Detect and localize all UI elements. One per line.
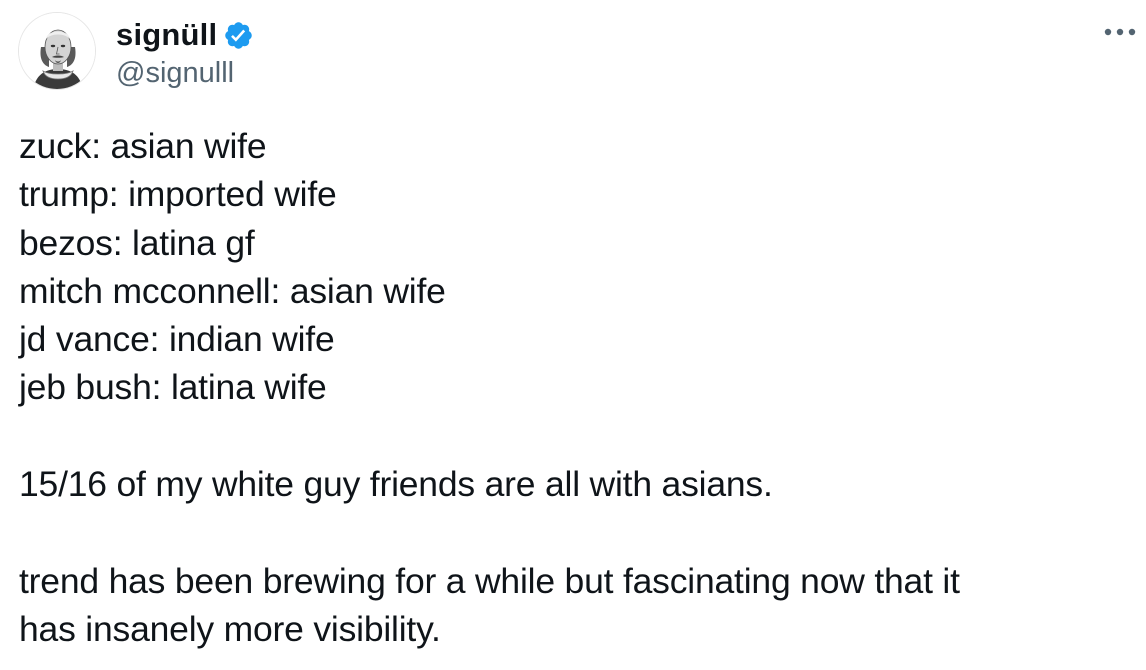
tweet-text: zuck: asian wife trump: imported wife be…: [19, 122, 1129, 653]
tweet-header: signüll @signulll: [18, 10, 254, 92]
tweet-line: jeb bush: latina wife: [19, 367, 327, 408]
tweet-line: mitch mcconnell: asian wife: [19, 270, 446, 311]
avatar[interactable]: [18, 12, 96, 90]
tweet-line: trend has been brewing for a while but f…: [19, 560, 960, 601]
display-name-row: signüll: [116, 16, 254, 54]
tweet-line: jd vance: indian wife: [19, 319, 335, 360]
author-handle[interactable]: @signulll: [116, 54, 254, 92]
more-options-button[interactable]: [1100, 22, 1140, 42]
author-names: signüll @signulll: [116, 10, 254, 92]
tweet-line: trump: imported wife: [19, 174, 337, 215]
display-name[interactable]: signüll: [116, 17, 217, 53]
tweet-line: has insanely more visibility.: [19, 608, 441, 649]
more-options-icon: [1104, 28, 1136, 36]
verified-badge-icon: [223, 20, 254, 51]
tweet-line: bezos: latina gf: [19, 222, 255, 263]
tweet-line: zuck: asian wife: [19, 126, 267, 166]
tweet-line: 15/16 of my white guy friends are all wi…: [19, 464, 773, 505]
shakespeare-portrait-icon: [19, 13, 95, 89]
tweet-card: signüll @signulll zuck: asian wife trump…: [0, 0, 1146, 670]
